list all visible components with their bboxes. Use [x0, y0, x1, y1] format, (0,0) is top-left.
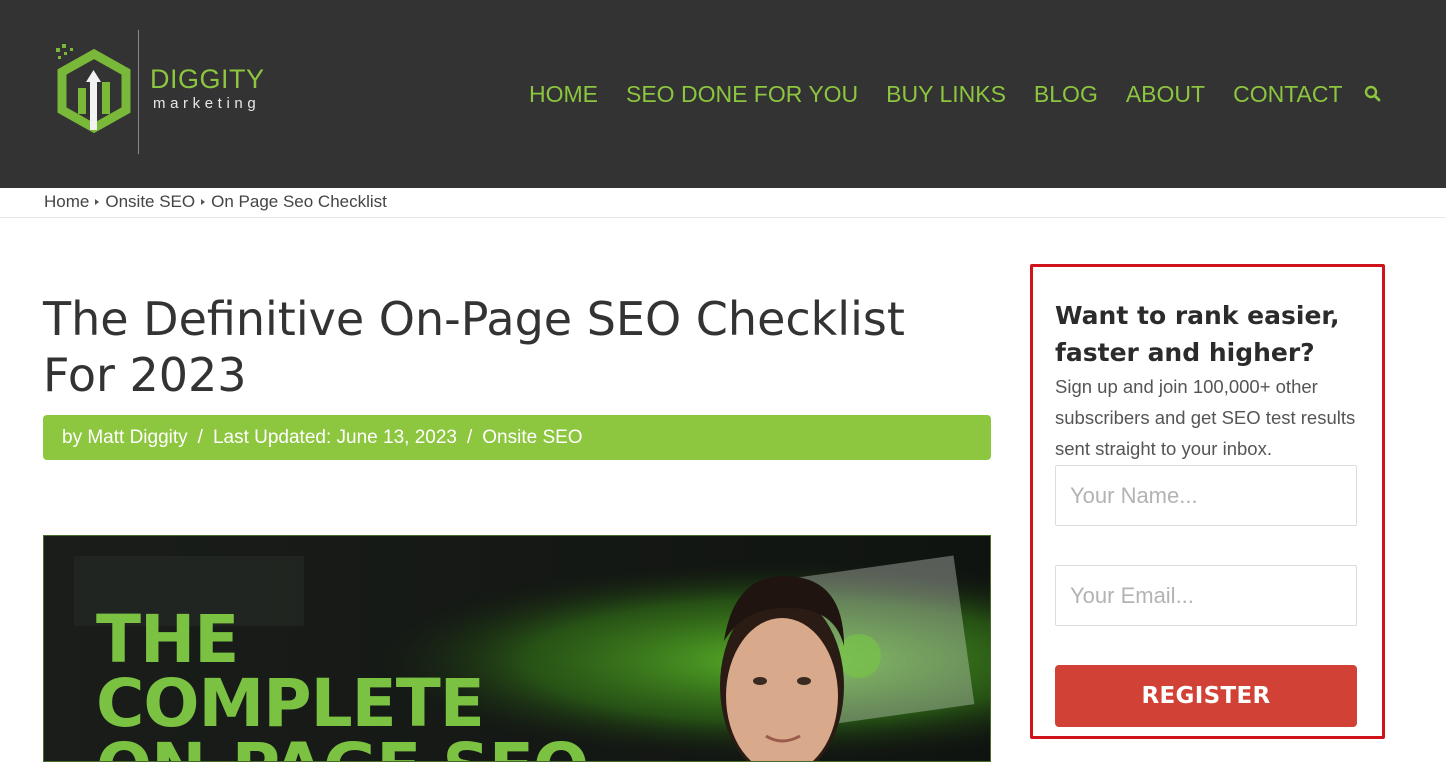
site-logo[interactable]: DIGGITY marketing: [54, 30, 294, 154]
breadcrumb-bar: Home Onsite SEO On Page Seo Checklist: [0, 188, 1446, 218]
register-button[interactable]: REGISTER: [1055, 665, 1357, 727]
logo-divider: [138, 30, 139, 154]
search-icon[interactable]: [1363, 84, 1383, 104]
meta-separator: /: [466, 427, 473, 448]
name-field[interactable]: [1055, 465, 1357, 526]
meta-separator: /: [197, 427, 203, 448]
hero-headline: THE COMPLETE ON-PAGE SEO: [96, 601, 589, 762]
nav-home[interactable]: HOME: [529, 78, 598, 110]
breadcrumb-separator-icon: [201, 199, 206, 205]
email-field[interactable]: [1055, 565, 1357, 626]
breadcrumb: Home Onsite SEO On Page Seo Checklist: [44, 192, 387, 212]
nav-about[interactable]: ABOUT: [1126, 78, 1205, 110]
main-nav: HOME SEO DONE FOR YOU BUY LINKS BLOG ABO…: [529, 78, 1383, 110]
breadcrumb-onsite-seo[interactable]: Onsite SEO: [105, 192, 195, 212]
logo-hexagon-icon: [56, 44, 131, 134]
logo-wordmark: DIGGITY: [150, 64, 265, 94]
logo-subtitle: marketing: [153, 95, 261, 112]
optin-heading: Want to rank easier, faster and higher?: [1055, 301, 1340, 367]
hero-line: ON-PAGE SEO: [96, 735, 589, 762]
site-header: DIGGITY marketing HOME SEO DONE FOR YOU …: [0, 0, 1446, 188]
nav-buy-links[interactable]: BUY LINKS: [886, 78, 1006, 110]
nav-seo-done-for-you[interactable]: SEO DONE FOR YOU: [626, 78, 858, 110]
category-link[interactable]: Onsite SEO: [482, 427, 582, 448]
breadcrumb-separator-icon: [95, 199, 100, 205]
optin-description: Sign up and join 100,000+ other subscrib…: [1055, 376, 1356, 459]
hero-line: COMPLETE: [96, 665, 485, 742]
breadcrumb-home[interactable]: Home: [44, 192, 89, 212]
breadcrumb-current: On Page Seo Checklist: [211, 192, 387, 211]
nav-contact[interactable]: CONTACT: [1233, 78, 1342, 110]
article-title: The Definitive On-Page SEO Checklist For…: [43, 292, 905, 402]
newsletter-optin: Want to rank easier, faster and higher? …: [1030, 264, 1385, 739]
author-link[interactable]: by Matt Diggity: [62, 427, 188, 448]
article-meta-bar: by Matt Diggity / Last Updated: June 13, 2…: [43, 415, 991, 460]
hero-line: THE: [96, 601, 239, 678]
search-icon-glyph: [1364, 85, 1380, 102]
hero-image: THE COMPLETE ON-PAGE SEO: [43, 535, 991, 762]
last-updated: Last Updated: June 13, 2023: [212, 427, 457, 448]
nav-blog[interactable]: BLOG: [1034, 78, 1098, 110]
